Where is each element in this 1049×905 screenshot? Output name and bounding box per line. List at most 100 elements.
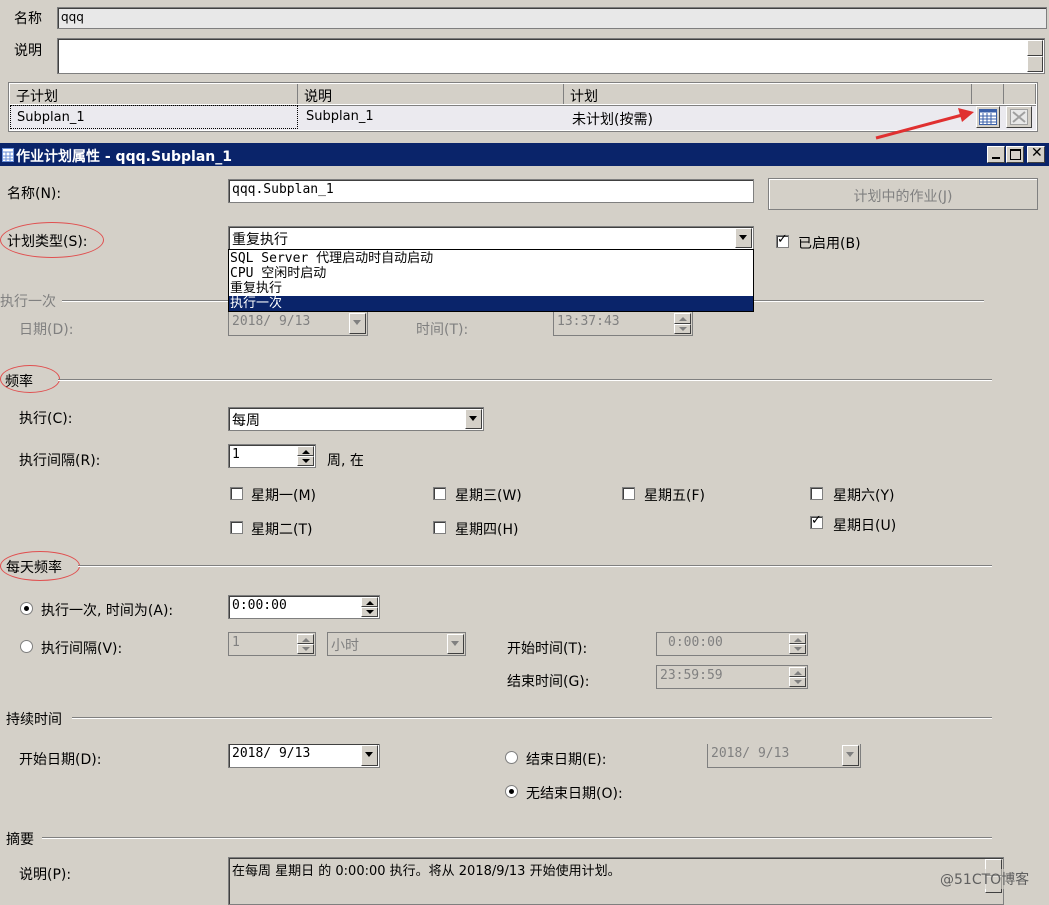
occurs-select[interactable]: 每周 [228,407,484,431]
spinner-arrows-icon[interactable] [361,597,378,617]
daily-once-label: 执行一次, 时间为(A): [41,603,174,619]
start-time-value: 0:00:00 [668,635,723,650]
occurs-value: 每周 [232,413,260,429]
summary-desc-label: 说明(P): [19,867,72,883]
chevron-down-icon [349,313,366,334]
recurs-unit: 周, 在 [327,453,364,469]
minimize-button[interactable] [987,146,1005,163]
day-checkbox-sunday[interactable] [810,513,823,529]
spinner-arrows-icon [789,634,806,654]
dropdown-option-cpu-idle[interactable]: CPU 空闲时启动 [230,266,326,281]
one-time-time-label: 时间(T): [416,322,469,338]
schedule-name-input[interactable]: qqq.Subplan_1 [228,179,754,203]
day-checkbox-thursday[interactable] [433,521,446,534]
calendar-icon [2,148,14,162]
day-label-saturday: 星期六(Y) [833,488,895,504]
section-duration: 持续时间 [6,712,62,728]
section-divider [58,379,992,381]
occurs-label: 执行(C): [19,411,73,427]
chevron-down-icon [447,634,464,654]
start-date-label: 开始日期(D): [19,752,102,768]
daily-every-radio[interactable] [20,640,33,653]
spinner-arrows-icon [789,667,806,687]
jobs-in-schedule-button[interactable]: 计划中的作业(J) [768,178,1038,210]
grid-header-edit [972,84,1004,104]
grid-header-description[interactable]: 说明 [298,84,564,105]
end-date-picker: 2018/ 9/13 [707,744,861,768]
recurs-spinner[interactable]: 1 [228,444,316,468]
jobs-in-schedule-label: 计划中的作业(J) [853,189,953,205]
dropdown-option-agent-start[interactable]: SQL Server 代理启动时自动启动 [230,251,433,266]
close-button[interactable]: ✕ [1027,145,1045,163]
dialog-title-bar[interactable]: 作业计划属性 - qqq.Subplan_1 ✕ [0,143,1049,166]
section-divider [754,300,984,302]
delete-schedule-icon [1010,109,1028,125]
daily-once-time-spinner[interactable]: 0:00:00 [228,595,380,619]
daily-every-label: 执行间隔(V): [41,641,123,657]
spinner-arrows-icon [674,313,691,334]
plan-desc-scrollbar[interactable] [1027,40,1043,72]
grid-header-delete [1004,84,1036,104]
schedule-type-select[interactable]: 重复执行 [228,226,754,250]
schedule-delete-button[interactable] [1006,106,1032,128]
day-label-friday: 星期五(F) [644,488,705,504]
chevron-down-icon[interactable] [735,228,752,248]
summary-desc-value: 在每周 星期日 的 0:00:00 执行。将从 2018/9/13 开始使用计划… [232,864,621,879]
no-end-date-radio[interactable] [505,785,518,798]
grid-cell-subplan[interactable]: Subplan_1 [10,105,298,129]
recurs-label: 执行间隔(R): [19,453,101,469]
day-checkbox-wednesday[interactable] [433,487,446,500]
enabled-checkbox[interactable] [776,232,789,248]
day-label-thursday: 星期四(H) [455,522,519,538]
end-date-value: 2018/ 9/13 [711,746,790,761]
end-time-label: 结束时间(G): [507,674,590,690]
end-time-spinner: 23:59:59 [656,665,808,689]
chevron-down-icon[interactable] [361,745,378,766]
recurs-value: 1 [232,447,240,462]
daily-once-radio[interactable] [20,602,33,615]
no-end-date-label: 无结束日期(O): [526,786,623,802]
plan-desc-input[interactable] [57,38,1045,74]
dialog-title: 作业计划属性 - qqq.Subplan_1 [16,149,232,165]
day-checkbox-tuesday[interactable] [230,521,243,534]
watermark: @51CTO博客 [940,869,1030,889]
calendar-icon [979,109,997,125]
day-label-monday: 星期一(M) [251,488,317,504]
grid-header-subplan[interactable]: 子计划 [10,84,298,105]
one-time-time-value: 13:37:43 [557,314,620,329]
enabled-label: 已启用(B) [798,236,861,252]
day-checkbox-monday[interactable] [230,487,243,500]
close-icon: ✕ [1031,145,1043,161]
grid-header-schedule[interactable]: 计划 [564,84,972,105]
end-date-radio[interactable] [505,751,518,764]
end-date-label: 结束日期(E): [526,752,607,768]
schedule-type-dropdown: SQL Server 代理启动时自动启动 CPU 空闲时启动 重复执行 执行一次 [228,249,754,312]
section-divider [72,717,992,719]
plan-desc-label: 说明 [14,43,42,59]
maximize-icon [1010,149,1021,160]
section-divider [78,565,992,567]
dropdown-option-one-time[interactable]: 执行一次 [229,296,753,311]
maximize-button[interactable] [1006,146,1024,163]
daily-every-unit-select: 小时 [327,632,466,656]
chevron-down-icon[interactable] [465,409,482,429]
one-time-date-picker: 2018/ 9/13 [228,312,368,336]
chevron-down-icon [842,745,859,766]
dropdown-option-recurring[interactable]: 重复执行 [230,281,282,296]
start-time-label: 开始时间(T): [507,641,588,657]
summary-desc-textbox: 在每周 星期日 的 0:00:00 执行。将从 2018/9/13 开始使用计划… [228,857,1004,905]
section-one-time: 执行一次 [0,294,56,310]
daily-every-unit: 小时 [331,638,359,654]
annotation-arrow [875,108,974,140]
day-label-sunday: 星期日(U) [833,518,897,534]
section-summary: 摘要 [6,832,34,848]
spinner-arrows-icon [297,634,314,654]
spinner-arrows-icon[interactable] [297,446,314,466]
grid-cell-description[interactable]: Subplan_1 [300,105,564,129]
day-checkbox-saturday[interactable] [810,487,823,500]
day-checkbox-friday[interactable] [622,487,635,500]
start-date-picker[interactable]: 2018/ 9/13 [228,744,380,768]
plan-name-input[interactable]: qqq [57,7,1047,29]
minimize-icon [992,157,1000,159]
section-divider [42,837,992,839]
